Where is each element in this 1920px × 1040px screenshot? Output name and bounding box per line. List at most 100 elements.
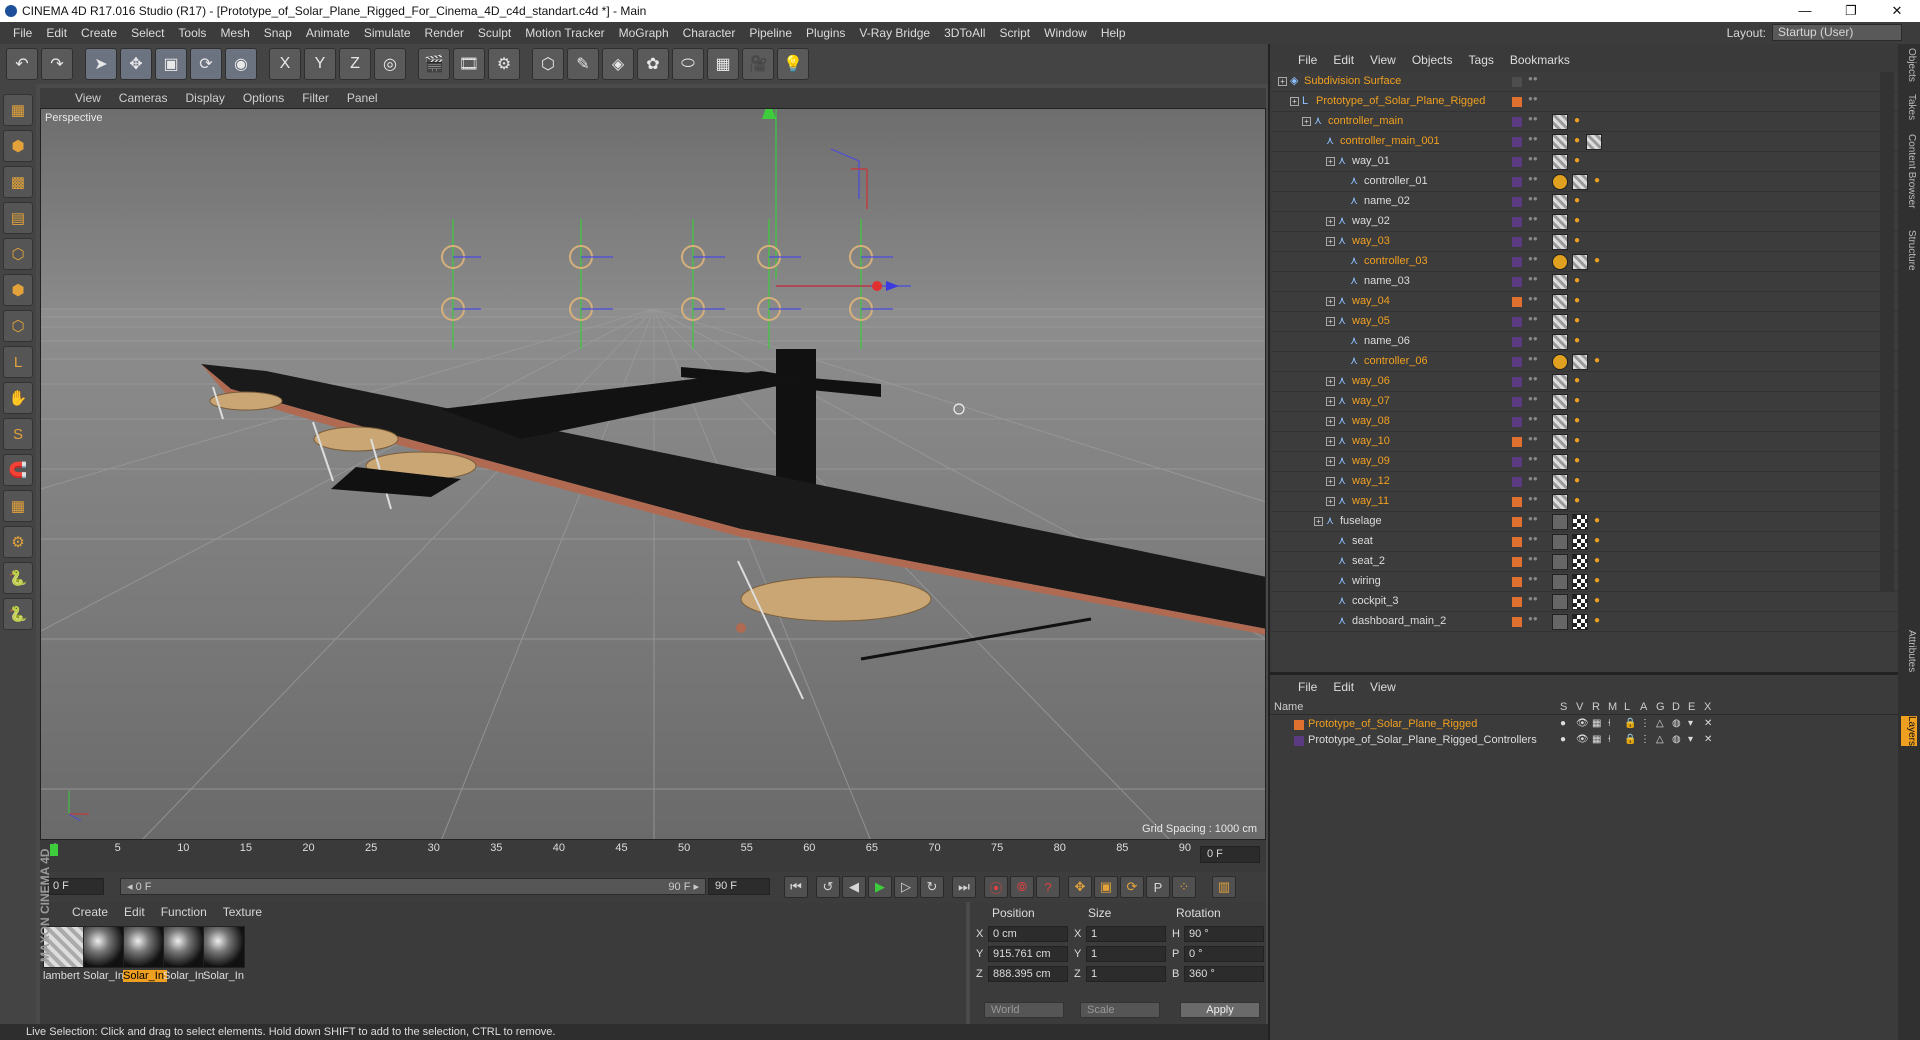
object-menu-file[interactable]: File xyxy=(1290,53,1325,67)
viewport-menu-panel[interactable]: Panel xyxy=(338,91,387,105)
layer-toggle-icon[interactable]: ▦ xyxy=(1592,734,1601,745)
render-picture-viewer-icon[interactable]: 🎞 xyxy=(453,48,485,80)
visibility-dots[interactable]: ●● xyxy=(1528,535,1538,548)
range-slider[interactable]: ◂ 0 F 90 F ▸ xyxy=(120,878,706,895)
camera-icon[interactable]: 🎥 xyxy=(742,48,774,80)
size-field[interactable]: 1 xyxy=(1086,966,1166,982)
material-tag-icon[interactable] xyxy=(1552,394,1568,410)
menu-window[interactable]: Window xyxy=(1037,26,1094,40)
visibility-dots[interactable]: ●● xyxy=(1528,95,1538,108)
material-tag-icon[interactable] xyxy=(1586,134,1602,150)
key-position-button[interactable]: ✥ xyxy=(1068,876,1092,898)
y-axis-icon[interactable]: Y xyxy=(304,48,336,80)
phong-tag-icon[interactable] xyxy=(1552,594,1568,610)
key-scale-button[interactable]: ▣ xyxy=(1094,876,1118,898)
material-tag-icon[interactable] xyxy=(1552,494,1568,510)
key-pla-button[interactable]: ⁘ xyxy=(1172,876,1196,898)
material-tag-icon[interactable] xyxy=(1552,474,1568,490)
layer-toggle-icon[interactable]: ⍿ xyxy=(1608,718,1611,729)
layer-color-swatch[interactable] xyxy=(1512,577,1522,587)
visibility-dots[interactable]: ●● xyxy=(1528,295,1538,308)
menu-select[interactable]: Select xyxy=(124,26,171,40)
go-to-start-button[interactable]: ⏮ xyxy=(784,876,808,898)
object-row[interactable]: ⋏ controller_main_001 ●● ● xyxy=(1272,132,1898,152)
side-tab-objects[interactable]: Objects xyxy=(1901,48,1917,82)
expand-toggle[interactable]: + xyxy=(1314,517,1323,526)
material-tag-icon[interactable] xyxy=(1552,154,1568,170)
menu-3dtoall[interactable]: 3DToAll xyxy=(937,26,992,40)
viewport-menu-display[interactable]: Display xyxy=(176,91,233,105)
side-tab-content-browser[interactable]: Content Browser xyxy=(1901,134,1917,208)
model-mode-icon[interactable]: ⬢ xyxy=(3,130,33,162)
texture-tag-icon[interactable] xyxy=(1572,574,1588,590)
layer-color-swatch[interactable] xyxy=(1512,417,1522,427)
texture-tag-icon[interactable] xyxy=(1572,534,1588,550)
pen-icon[interactable]: ✎ xyxy=(567,48,599,80)
layer-toggle-icon[interactable]: ▦ xyxy=(1592,718,1601,729)
object-menu-edit[interactable]: Edit xyxy=(1325,53,1362,67)
menu-create[interactable]: Create xyxy=(74,26,124,40)
object-row[interactable]: + ⋏ way_11 ●● ● xyxy=(1272,492,1898,512)
size-field[interactable]: 1 xyxy=(1086,946,1166,962)
layer-color-swatch[interactable] xyxy=(1512,557,1522,567)
python-icon[interactable]: 🐍 xyxy=(3,562,33,594)
visibility-dots[interactable]: ●● xyxy=(1528,435,1538,448)
layer-toggle-icon[interactable]: 👁 xyxy=(1576,718,1589,729)
visibility-dots[interactable]: ●● xyxy=(1528,115,1538,128)
z-axis-icon[interactable]: Z xyxy=(339,48,371,80)
expand-toggle[interactable]: + xyxy=(1326,457,1335,466)
edges-mode-icon[interactable]: ⬢ xyxy=(3,274,33,306)
start-frame-field[interactable]: 0 F xyxy=(46,878,104,895)
visibility-dots[interactable]: ●● xyxy=(1528,275,1538,288)
layer-toggle-icon[interactable]: 🔒 xyxy=(1624,734,1636,745)
expand-toggle[interactable]: + xyxy=(1326,217,1335,226)
layer-toggle-icon[interactable]: ◍ xyxy=(1672,734,1681,745)
material-item[interactable]: Solar_In xyxy=(203,926,247,992)
visibility-dots[interactable]: ●● xyxy=(1528,135,1538,148)
size-field[interactable]: 1 xyxy=(1086,926,1166,942)
material-item[interactable]: Solar_In xyxy=(123,926,167,992)
material-tag-icon[interactable] xyxy=(1552,234,1568,250)
points-mode-icon[interactable]: ⬡ xyxy=(3,238,33,270)
layer-toggle-icon[interactable]: ▾ xyxy=(1688,718,1693,729)
layer-color-swatch[interactable] xyxy=(1512,477,1522,487)
timeline-window-button[interactable]: ▥ xyxy=(1212,876,1236,898)
layer-color-swatch[interactable] xyxy=(1512,517,1522,527)
layer-color-swatch[interactable] xyxy=(1512,617,1522,627)
menu-sculpt[interactable]: Sculpt xyxy=(471,26,518,40)
make-editable-icon[interactable]: ▦ xyxy=(3,94,33,126)
layer-toggle-icon[interactable]: △ xyxy=(1656,734,1664,745)
visibility-dots[interactable]: ●● xyxy=(1528,515,1538,528)
menu-script[interactable]: Script xyxy=(992,26,1037,40)
expand-toggle[interactable]: + xyxy=(1326,237,1335,246)
layer-color-swatch[interactable] xyxy=(1512,337,1522,347)
layer-color-swatch[interactable] xyxy=(1512,177,1522,187)
minimize-button[interactable]: — xyxy=(1782,0,1828,22)
material-tag-icon[interactable] xyxy=(1572,254,1588,270)
phong-tag-icon[interactable] xyxy=(1552,514,1568,530)
expand-toggle[interactable]: + xyxy=(1326,437,1335,446)
menu-tools[interactable]: Tools xyxy=(171,26,213,40)
expand-toggle[interactable]: + xyxy=(1278,77,1287,86)
timeline-ruler[interactable]: 051015202530354045505560657075808590 0 F xyxy=(40,840,1266,872)
material-tag-icon[interactable] xyxy=(1552,454,1568,470)
previous-key-button[interactable]: ↺ xyxy=(816,876,840,898)
object-row[interactable]: ⋏ name_03 ●● ● xyxy=(1272,272,1898,292)
visibility-dots[interactable]: ●● xyxy=(1528,195,1538,208)
layer-color-swatch[interactable] xyxy=(1512,77,1522,87)
key-rotation-button[interactable]: ⟳ xyxy=(1120,876,1144,898)
layer-color-swatch[interactable] xyxy=(1512,137,1522,147)
layer-toggle-icon[interactable]: ⍿ xyxy=(1608,734,1611,745)
layer-menu-view[interactable]: View xyxy=(1362,680,1404,694)
object-menu-bookmarks[interactable]: Bookmarks xyxy=(1502,53,1578,67)
layer-color-swatch[interactable] xyxy=(1294,736,1304,746)
texture-tag-icon[interactable] xyxy=(1572,554,1588,570)
rotation-field[interactable]: 360 ° xyxy=(1184,966,1264,982)
protection-tag-icon[interactable] xyxy=(1552,174,1568,190)
material-tag-icon[interactable] xyxy=(1552,214,1568,230)
axis-mode-icon[interactable]: L xyxy=(3,346,33,378)
layer-color-swatch[interactable] xyxy=(1512,117,1522,127)
texture-mode-icon[interactable]: ▩ xyxy=(3,166,33,198)
layer-color-swatch[interactable] xyxy=(1512,437,1522,447)
expand-toggle[interactable]: + xyxy=(1326,497,1335,506)
